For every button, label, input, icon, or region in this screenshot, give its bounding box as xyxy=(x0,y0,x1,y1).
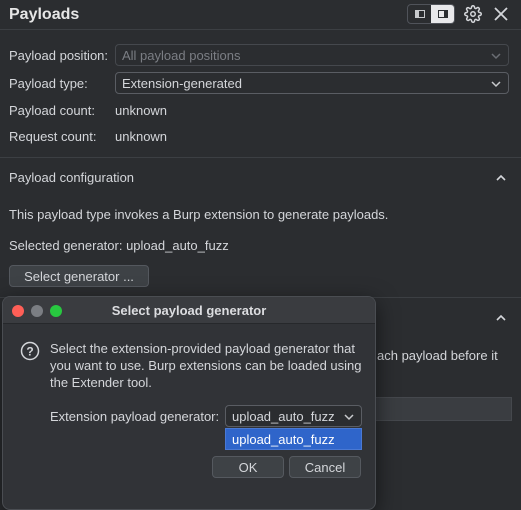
select-payload-generator-dialog: Select payload generator ? Select the ex… xyxy=(2,296,376,510)
window-maximize-button[interactable] xyxy=(50,305,62,317)
request-count-label: Request count: xyxy=(9,129,97,144)
payload-position-label: Payload position: xyxy=(9,48,109,63)
panel-left-icon xyxy=(414,10,425,18)
svg-text:?: ? xyxy=(26,345,33,359)
chevron-down-icon xyxy=(491,81,501,88)
generator-option-upload-auto-fuzz[interactable]: upload_auto_fuzz xyxy=(225,428,362,450)
payload-configuration-title: Payload configuration xyxy=(9,170,135,185)
payload-count-label: Payload count: xyxy=(9,103,96,118)
rules-table-header xyxy=(370,397,512,421)
cancel-button[interactable]: Cancel xyxy=(289,456,361,478)
chevron-down-icon xyxy=(344,414,354,421)
payload-type-value: Extension-generated xyxy=(122,75,242,91)
chevron-down-icon xyxy=(491,53,501,60)
window-close-button[interactable] xyxy=(12,305,24,317)
payload-position-value: All payload positions xyxy=(122,47,241,63)
layout-toggle[interactable] xyxy=(407,4,455,24)
intruder-payloads-panel: Payloads Payload position: All payload p… xyxy=(0,0,521,510)
gear-icon[interactable] xyxy=(463,4,483,24)
panel-title: Payloads xyxy=(9,5,80,23)
chevron-up-icon[interactable] xyxy=(495,172,507,184)
payload-configuration-description: This payload type invokes a Burp extensi… xyxy=(9,207,389,222)
window-controls xyxy=(12,305,62,317)
section-divider xyxy=(0,157,521,158)
select-generator-button[interactable]: Select generator ... xyxy=(9,265,149,287)
dialog-title: Select payload generator xyxy=(111,302,267,318)
close-icon[interactable] xyxy=(491,4,511,24)
extension-generator-label: Extension payload generator: xyxy=(50,409,220,424)
panel-header: Payloads xyxy=(0,0,521,30)
payload-position-select: All payload positions xyxy=(115,44,509,66)
payload-count-value: unknown xyxy=(115,103,168,118)
question-icon: ? xyxy=(20,341,40,361)
window-minimize-button[interactable] xyxy=(31,305,43,317)
header-tools xyxy=(407,4,511,24)
layout-left-button[interactable] xyxy=(408,5,431,23)
panel-right-icon xyxy=(437,10,448,18)
payload-processing-description: ach payload before it xyxy=(377,348,498,363)
extension-generator-value: upload_auto_fuzz xyxy=(232,408,335,424)
payload-type-label: Payload type: xyxy=(9,76,88,91)
payload-type-select[interactable]: Extension-generated xyxy=(115,72,509,94)
ok-button[interactable]: OK xyxy=(212,456,284,478)
layout-right-button[interactable] xyxy=(431,5,454,23)
request-count-value: unknown xyxy=(115,129,168,144)
selected-generator-text: Selected generator: upload_auto_fuzz xyxy=(9,238,229,253)
dialog-titlebar: Select payload generator xyxy=(3,297,375,324)
chevron-up-icon[interactable] xyxy=(495,312,507,324)
dialog-message: Select the extension-provided payload ge… xyxy=(50,341,362,390)
extension-generator-select[interactable]: upload_auto_fuzz xyxy=(225,405,362,427)
